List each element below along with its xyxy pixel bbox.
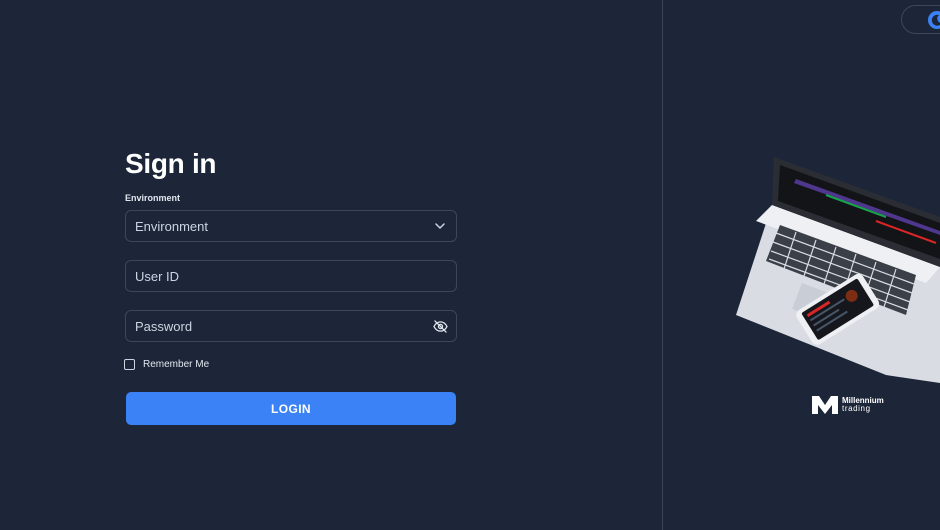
brand-logo: Millennium trading — [811, 395, 884, 415]
environment-select[interactable]: Environment — [125, 210, 457, 242]
page-title: Sign in — [125, 148, 217, 179]
remember-me-label: Remember Me — [143, 359, 210, 370]
user-id-field[interactable]: User ID — [125, 260, 457, 292]
moon-icon — [928, 11, 940, 29]
password-field[interactable]: Password — [125, 310, 457, 342]
environment-label: Environment — [125, 193, 181, 203]
theme-toggle[interactable] — [901, 5, 940, 34]
environment-select-value: Environment — [135, 218, 208, 234]
remember-me[interactable]: Remember Me — [124, 359, 209, 370]
chevron-down-icon — [424, 211, 456, 241]
remember-me-checkbox[interactable] — [124, 359, 135, 370]
eye-off-icon[interactable] — [424, 311, 456, 341]
user-id-placeholder: User ID — [135, 268, 180, 284]
login-button[interactable]: LOGIN — [126, 392, 456, 425]
password-placeholder: Password — [135, 318, 193, 334]
devices-illustration — [736, 157, 940, 383]
millennium-logo-icon — [812, 396, 838, 414]
brand-subtitle: trading — [842, 404, 871, 413]
